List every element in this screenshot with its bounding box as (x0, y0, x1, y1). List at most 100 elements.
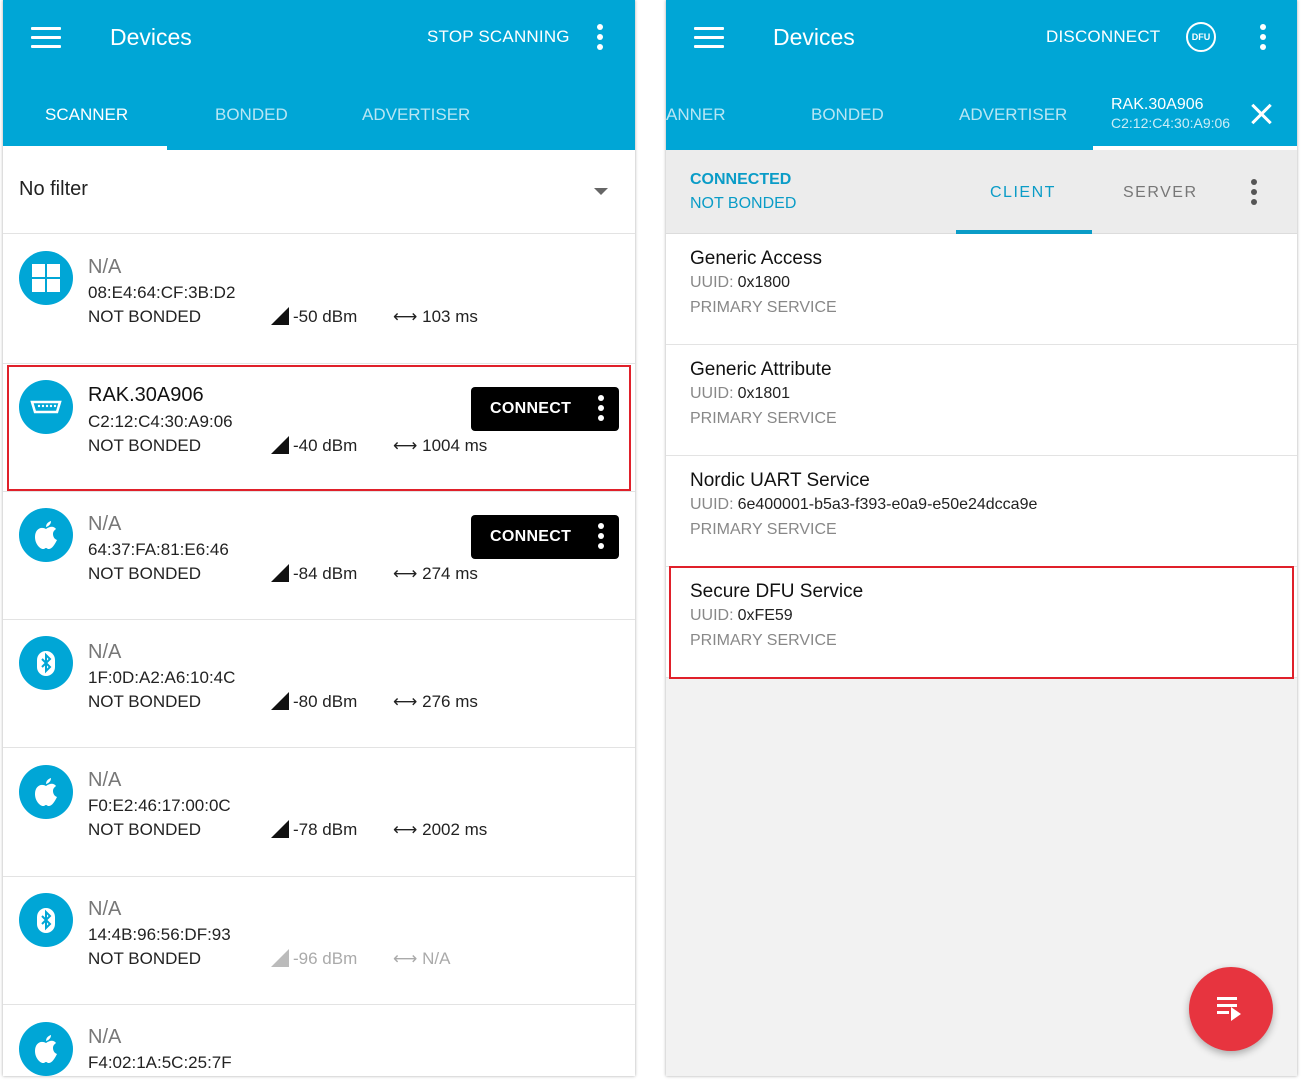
interval-icon: ⟷ (393, 564, 418, 583)
interval-icon: ⟷ (393, 307, 418, 326)
connect-button[interactable]: CONNECT (471, 515, 619, 559)
device-address: F4:02:1A:5C:25:7F (88, 1053, 232, 1072)
device-address: 08:E4:64:CF:3B:D2 (88, 283, 236, 302)
device-name: N/A (88, 513, 122, 535)
service-uuid: UUID: 0xFE59 (690, 607, 793, 624)
tab-server[interactable]: SERVER (1123, 184, 1198, 202)
dfu-icon[interactable]: DFU (1186, 22, 1216, 52)
device-name: N/A (88, 1026, 122, 1048)
service-type: PRIMARY SERVICE (690, 632, 837, 649)
signal-icon (271, 692, 289, 710)
bond-state: NOT BONDED (88, 820, 202, 839)
apple-icon (19, 1022, 73, 1076)
interval-value: ⟷ 276 ms (393, 692, 478, 711)
tab-device[interactable]: RAK.30A906 C2:12:C4:30:A9:06 (1111, 96, 1230, 131)
dropdown-arrow-icon (594, 188, 608, 195)
bond-state: NOT BONDED (88, 436, 202, 455)
tab-advertiser[interactable]: ADVERTISER (362, 105, 470, 125)
service-name: Generic Access (690, 248, 822, 269)
rssi-value: -80 dBm (271, 692, 357, 712)
tab-scanner[interactable]: SCANNER (45, 105, 128, 125)
device-address: 1F:0D:A2:A6:10:4C (88, 668, 236, 687)
tab-device-name: RAK.30A906 (1111, 96, 1204, 113)
overflow-menu-icon[interactable] (595, 24, 605, 52)
app-bar: Devices STOP SCANNING SCANNER BONDED ADV… (3, 0, 635, 150)
client-menu-icon[interactable] (1249, 179, 1259, 207)
interval-value: ⟷ 274 ms (393, 564, 478, 583)
interval-value: ⟷ N/A (393, 949, 451, 968)
bluetooth-icon (19, 893, 73, 947)
device-row[interactable]: RAK.30A906 C2:12:C4:30:A9:06 NOT BONDED … (3, 364, 635, 492)
overflow-menu-icon[interactable] (1258, 24, 1268, 52)
tab-advertiser[interactable]: ADVERTISER (959, 105, 1067, 125)
service-row[interactable]: Generic Access UUID: 0x1800 PRIMARY SERVI… (666, 234, 1297, 345)
menu-icon[interactable] (31, 27, 61, 49)
signal-icon (271, 949, 289, 967)
connect-button[interactable]: CONNECT (471, 387, 619, 431)
service-row[interactable]: Secure DFU Service UUID: 0xFE59 PRIMARY S… (666, 567, 1297, 678)
interval-icon: ⟷ (393, 692, 418, 711)
device-row[interactable]: N/A 14:4B:96:56:DF:93 NOT BONDED -96 dBm… (3, 877, 635, 1005)
interval-value: ⟷ 1004 ms (393, 436, 488, 455)
interval-icon: ⟷ (393, 820, 418, 839)
bond-status: NOT BONDED (690, 195, 797, 212)
disconnect-button[interactable]: DISCONNECT (1046, 27, 1160, 47)
service-uuid: UUID: 0x1801 (690, 385, 791, 402)
service-name: Generic Attribute (690, 359, 832, 380)
signal-icon (271, 820, 289, 838)
device-row[interactable]: N/A F0:E2:46:17:00:0C NOT BONDED -78 dBm… (3, 748, 635, 877)
device-row[interactable]: N/A 64:37:FA:81:E6:46 NOT BONDED -84 dBm… (3, 492, 635, 620)
interval-icon: ⟷ (393, 436, 418, 455)
serial-port-icon (19, 380, 73, 434)
bond-state: NOT BONDED (88, 949, 202, 968)
service-uuid: UUID: 6e400001-b5a3-f393-e0a9-e50e24dcca9… (690, 496, 1038, 513)
device-address: 14:4B:96:56:DF:93 (88, 925, 231, 944)
windows-icon (19, 251, 73, 305)
tab-scanner[interactable]: ANNER (666, 105, 726, 125)
log-fab-button[interactable] (1189, 967, 1273, 1051)
rssi-value: -40 dBm (271, 436, 357, 456)
device-name: N/A (88, 769, 122, 791)
stop-scanning-button[interactable]: STOP SCANNING (427, 27, 570, 47)
device-name: N/A (88, 256, 122, 278)
connect-label: CONNECT (490, 528, 572, 545)
device-address: 64:37:FA:81:E6:46 (88, 540, 229, 559)
service-type: PRIMARY SERVICE (690, 410, 837, 427)
device-name: N/A (88, 898, 122, 920)
interval-value: ⟷ 2002 ms (393, 820, 488, 839)
connect-label: CONNECT (490, 400, 572, 417)
tab-bonded[interactable]: BONDED (811, 105, 884, 125)
app-bar: Devices DISCONNECT DFU ANNER BONDED ADVE… (666, 0, 1297, 150)
signal-icon (271, 436, 289, 454)
close-icon[interactable] (1250, 103, 1272, 125)
filter-dropdown[interactable]: No filter (3, 150, 635, 234)
scanner-screen: Devices STOP SCANNING SCANNER BONDED ADV… (3, 0, 635, 1076)
interval-value: ⟷ 103 ms (393, 307, 478, 326)
rssi-value: -50 dBm (271, 307, 357, 327)
service-row[interactable]: Generic Attribute UUID: 0x1801 PRIMARY SE… (666, 345, 1297, 456)
bond-state: NOT BONDED (88, 692, 202, 711)
rssi-value: -78 dBm (271, 820, 357, 840)
device-address: C2:12:C4:30:A9:06 (88, 412, 233, 431)
device-address: F0:E2:46:17:00:0C (88, 796, 231, 815)
device-row[interactable]: N/A F4:02:1A:5C:25:7F (3, 1005, 635, 1076)
signal-icon (271, 307, 289, 325)
device-row[interactable]: N/A 1F:0D:A2:A6:10:4C NOT BONDED -80 dBm… (3, 620, 635, 748)
page-title: Devices (110, 24, 192, 50)
tab-client[interactable]: CLIENT (990, 184, 1056, 202)
menu-icon[interactable] (694, 27, 724, 49)
device-screen: Devices DISCONNECT DFU ANNER BONDED ADVE… (666, 0, 1297, 1076)
service-uuid: UUID: 0x1800 (690, 274, 791, 291)
device-name: RAK.30A906 (88, 384, 204, 406)
device-menu-icon[interactable] (596, 523, 606, 551)
filter-label: No filter (19, 178, 88, 200)
service-row[interactable]: Nordic UART Service UUID: 6e400001-b5a3-f… (666, 456, 1297, 567)
bond-state: NOT BONDED (88, 307, 202, 326)
page-title: Devices (773, 24, 855, 50)
rssi-value: -84 dBm (271, 564, 357, 584)
service-name: Nordic UART Service (690, 470, 870, 491)
tab-bonded[interactable]: BONDED (215, 105, 288, 125)
device-menu-icon[interactable] (596, 395, 606, 423)
device-row[interactable]: N/A 08:E4:64:CF:3B:D2 NOT BONDED -50 dBm… (3, 235, 635, 364)
bond-state: NOT BONDED (88, 564, 202, 583)
